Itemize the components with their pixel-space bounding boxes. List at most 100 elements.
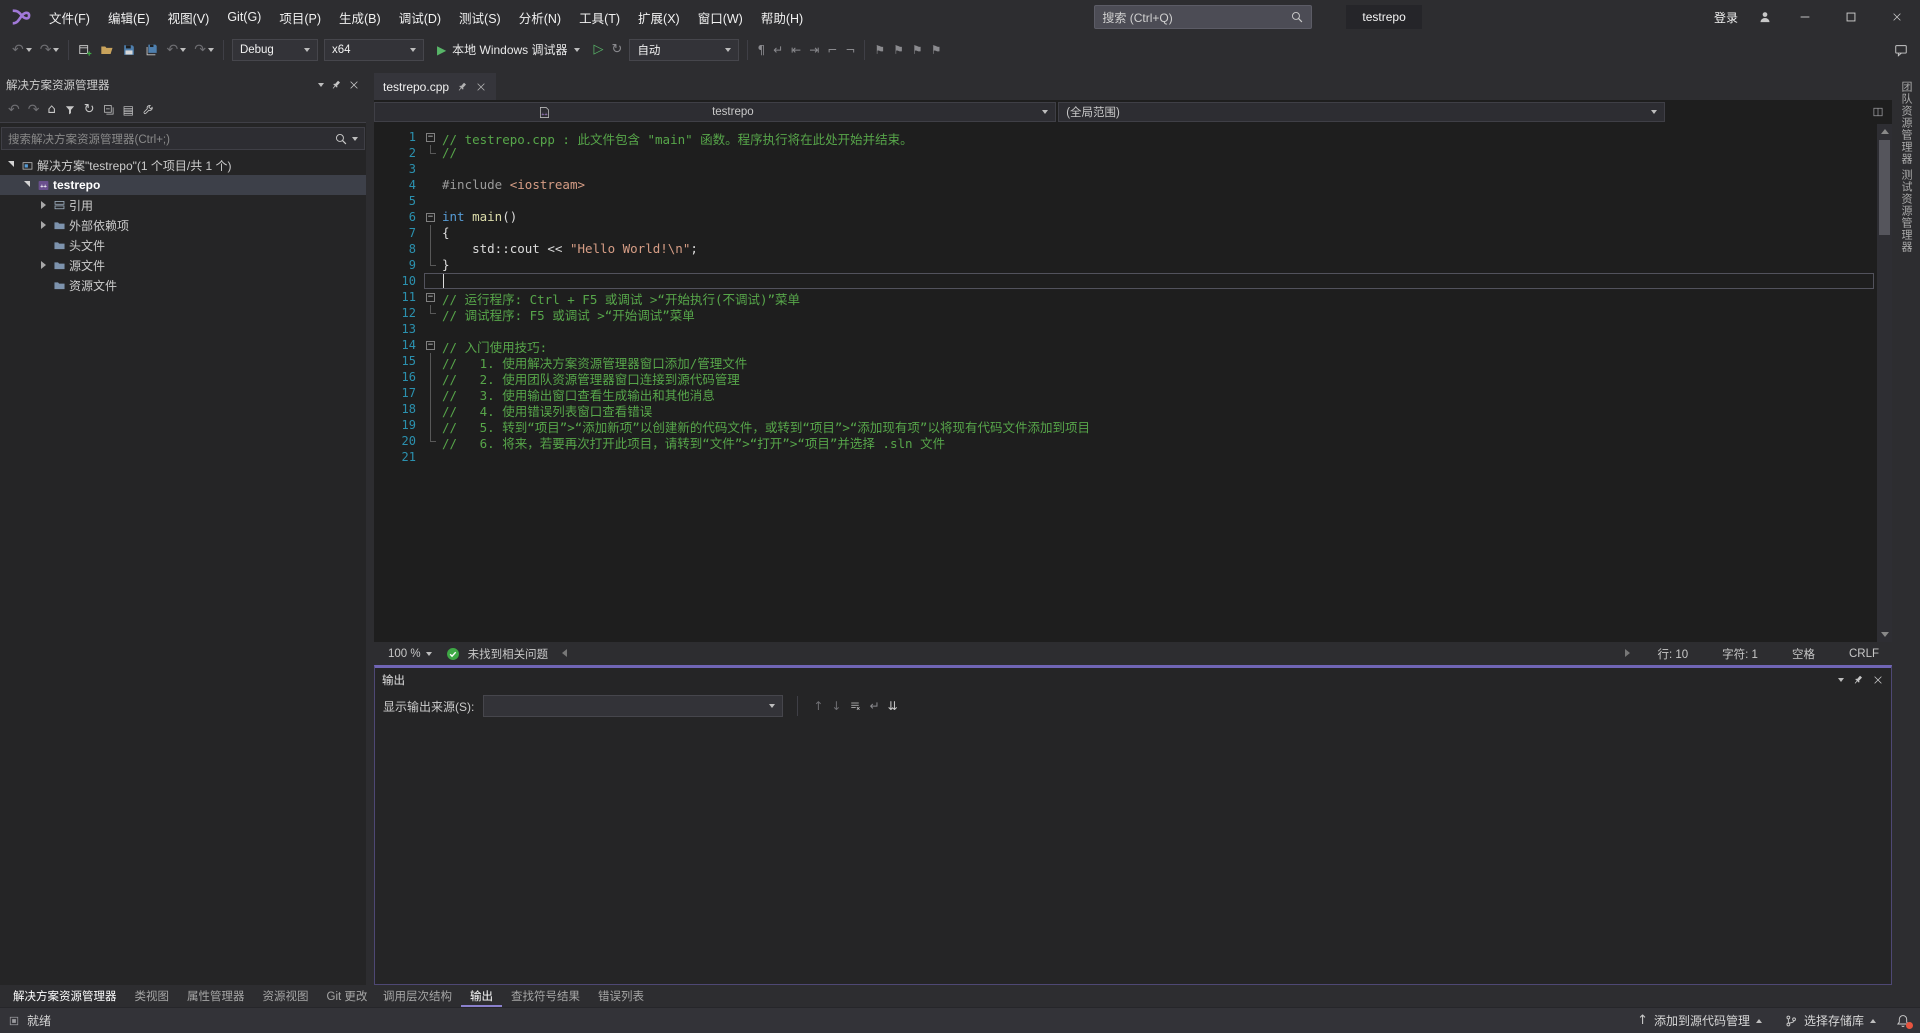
expander-icon[interactable]	[4, 162, 18, 168]
menu-item[interactable]: 生成(B)	[330, 0, 390, 34]
panel-tab[interactable]: Git 更改	[318, 985, 377, 1007]
indent-decrease-button[interactable]: ⇤	[787, 38, 805, 62]
show-whitespace-button[interactable]: ¶	[753, 38, 769, 62]
open-folder-button[interactable]	[96, 38, 118, 62]
redo-button[interactable]: ↷	[190, 38, 218, 62]
solution-explorer-close-button[interactable]	[348, 79, 360, 91]
tab-close-button[interactable]	[475, 81, 487, 93]
breakpoint-margin[interactable]	[374, 241, 388, 257]
maximize-button[interactable]	[1828, 0, 1874, 34]
watch-type-combo[interactable]: 自动	[629, 39, 739, 61]
split-editor-button[interactable]	[1872, 106, 1884, 118]
sync-button[interactable]: ↻	[80, 98, 99, 122]
breakpoint-margin[interactable]	[374, 273, 388, 289]
tree-item[interactable]: ++testrepo	[0, 175, 366, 195]
menu-item[interactable]: 文件(F)	[40, 0, 99, 34]
bookmark-clear-button[interactable]: ⚑	[927, 38, 946, 62]
platform-combo[interactable]: x64	[324, 39, 424, 61]
menu-item[interactable]: 视图(V)	[159, 0, 219, 34]
breakpoint-margin[interactable]	[374, 129, 388, 145]
save-all-button[interactable]	[140, 38, 162, 62]
panel-tab[interactable]: 输出	[461, 985, 502, 1007]
next-message-button[interactable]: ↓	[827, 694, 845, 718]
status-line-number[interactable]: 行: 10	[1644, 646, 1701, 662]
fold-toggle[interactable]	[426, 341, 435, 350]
code-editor[interactable]: 1// testrepo.cpp : 此文件包含 "main" 函数。程序执行将…	[374, 124, 1892, 642]
document-health-indicator[interactable]: 未找到相关问题	[468, 646, 549, 662]
tree-item[interactable]: 外部依赖项	[0, 215, 366, 235]
status-indent-mode[interactable]: 空格	[1779, 646, 1828, 662]
start-debugging-button[interactable]: ▶ 本地 Windows 调试器	[429, 38, 588, 62]
breakpoint-margin[interactable]	[374, 145, 388, 161]
breakpoint-margin[interactable]	[374, 177, 388, 193]
account-button[interactable]	[1748, 0, 1782, 34]
panel-tab[interactable]: 错误列表	[589, 985, 653, 1007]
breakpoint-margin[interactable]	[374, 369, 388, 385]
notifications-button[interactable]	[1896, 1014, 1910, 1028]
output-pin-button[interactable]	[1852, 674, 1864, 686]
output-menu-button[interactable]	[1838, 678, 1844, 682]
nav-forward-button[interactable]: ↷	[36, 38, 64, 62]
breakpoint-margin[interactable]	[374, 449, 388, 465]
collapse-all-button[interactable]	[99, 98, 119, 122]
panel-tab[interactable]: 查找符号结果	[502, 985, 589, 1007]
menu-item[interactable]: 扩展(X)	[629, 0, 689, 34]
autohide-tab[interactable]: 测试资源管理器	[1897, 167, 1915, 255]
breakpoint-margin[interactable]	[374, 209, 388, 225]
autohide-tab[interactable]: 团队资源管理器	[1897, 79, 1915, 167]
breakpoint-margin[interactable]	[374, 417, 388, 433]
menu-item[interactable]: 调试(D)	[390, 0, 450, 34]
clear-all-button[interactable]	[845, 694, 865, 718]
breakpoint-margin[interactable]	[374, 289, 388, 305]
solution-explorer-menu-button[interactable]	[318, 83, 324, 87]
tab-testrepo-cpp[interactable]: testrepo.cpp	[374, 73, 496, 100]
comment-button[interactable]: ⌐	[823, 38, 841, 62]
feedback-button[interactable]	[1890, 38, 1912, 62]
fold-toggle[interactable]	[426, 213, 435, 222]
scroll-down-button[interactable]	[1877, 627, 1892, 642]
breakpoint-margin[interactable]	[374, 337, 388, 353]
tree-item[interactable]: 引用	[0, 195, 366, 215]
breakpoint-margin[interactable]	[374, 401, 388, 417]
menu-item[interactable]: 工具(T)	[570, 0, 629, 34]
solution-name-badge[interactable]: testrepo	[1346, 5, 1421, 29]
solution-explorer-search[interactable]: 搜索解决方案资源管理器(Ctrl+;)	[1, 127, 365, 150]
expander-icon[interactable]	[36, 221, 50, 229]
menu-item[interactable]: 帮助(H)	[752, 0, 812, 34]
configuration-combo[interactable]: Debug	[232, 39, 318, 61]
output-source-combo[interactable]	[483, 695, 783, 717]
output-content[interactable]	[375, 720, 1891, 984]
nav-back-button[interactable]: ↶	[8, 38, 36, 62]
tree-item[interactable]: 源文件	[0, 255, 366, 275]
expander-icon[interactable]	[20, 182, 34, 188]
show-all-files-button[interactable]: ▤	[119, 98, 138, 122]
breakpoint-margin[interactable]	[374, 353, 388, 369]
filter-button[interactable]	[60, 98, 80, 122]
expander-icon[interactable]	[36, 201, 50, 209]
vertical-scrollbar-thumb[interactable]	[1879, 140, 1890, 235]
breakpoint-margin[interactable]	[374, 193, 388, 209]
quick-search-box[interactable]: 搜索 (Ctrl+Q)	[1094, 5, 1312, 29]
uncomment-button[interactable]: ¬	[841, 38, 859, 62]
bookmark-next-button[interactable]: ⚑	[908, 38, 927, 62]
panel-tab[interactable]: 属性管理器	[178, 985, 254, 1007]
new-project-button[interactable]	[74, 38, 96, 62]
nav-back-button[interactable]: ↶	[4, 98, 24, 122]
status-line-ending[interactable]: CRLF	[1836, 648, 1892, 660]
tree-item[interactable]: 资源文件	[0, 275, 366, 295]
properties-button[interactable]	[138, 98, 158, 122]
editor-horizontal-scrollbar[interactable]	[560, 642, 1632, 665]
close-button[interactable]	[1874, 0, 1920, 34]
breakpoint-margin[interactable]	[374, 305, 388, 321]
navigate-project-combo[interactable]: ++ testrepo	[374, 102, 1056, 122]
menu-item[interactable]: 分析(N)	[510, 0, 570, 34]
menu-item[interactable]: 项目(P)	[270, 0, 330, 34]
nav-forward-button[interactable]: ↷	[24, 98, 44, 122]
background-tasks-button[interactable]	[8, 1015, 20, 1027]
word-wrap-button[interactable]: ↵	[865, 694, 883, 718]
menu-item[interactable]: 编辑(E)	[99, 0, 159, 34]
prev-message-button[interactable]: ↑	[809, 694, 827, 718]
undo-button[interactable]: ↶	[162, 38, 190, 62]
tree-item[interactable]: 头文件	[0, 235, 366, 255]
status-char-number[interactable]: 字符: 1	[1709, 646, 1771, 662]
